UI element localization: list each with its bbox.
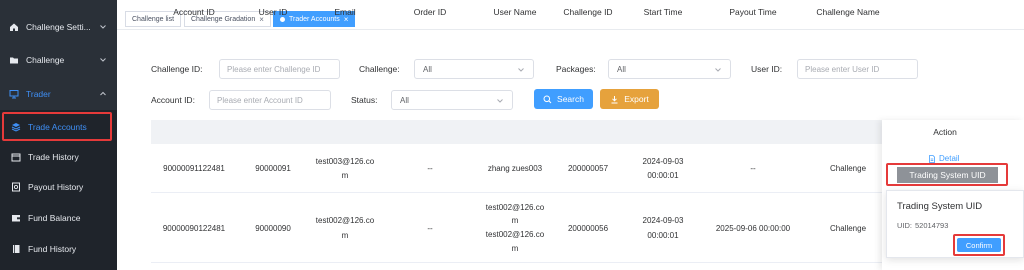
th-challenge-id: Challenge ID (563, 7, 613, 17)
trading-system-uid-button[interactable]: Trading System UID (897, 167, 998, 183)
sidebar-item-trade-accounts[interactable]: Trade Accounts (0, 112, 117, 142)
account-id-input[interactable]: Please enter Account ID (209, 90, 331, 110)
cell-order-id: -- (427, 164, 433, 173)
book-icon (11, 244, 21, 254)
user-id-input[interactable]: Please enter User ID (797, 59, 918, 79)
trading-uid-popover: Trading System UID UID: 52014793 (886, 190, 1024, 258)
cell-email-line-1: test002@126.co (315, 216, 375, 225)
sidebar-item-label: Challenge (26, 55, 65, 65)
uid-value: 52014793 (915, 221, 949, 230)
cell-email-line-2: m (341, 231, 349, 240)
th-user-name: User Name (493, 7, 537, 17)
cell-order-id: -- (427, 224, 433, 233)
cell-email-line-2: m (341, 171, 349, 180)
packages-select[interactable]: All (608, 59, 731, 79)
search-icon (543, 95, 552, 104)
sidebar: Challenge Setti... Challenge Trader Trad… (0, 0, 117, 270)
folder-icon (9, 55, 19, 65)
popover-title: Trading System UID (897, 201, 983, 212)
sidebar-item-label: Challenge Setti... (26, 22, 91, 32)
cell-start-time-date: 2024-09-03 (642, 216, 684, 225)
cell-challenge-name: Challenge (829, 224, 867, 233)
th-action: Action (933, 127, 957, 137)
document-icon (929, 154, 935, 163)
sidebar-item-trader[interactable]: Trader (0, 79, 117, 109)
th-account-id: Account ID (173, 7, 215, 17)
challenge-select[interactable]: All (414, 59, 534, 79)
cell-user-name: zhang zues003 (487, 164, 543, 173)
sidebar-item-label: Payout History (28, 182, 84, 192)
cell-user-id: 90000091 (255, 164, 291, 173)
app-root: Challenge Setti... Challenge Trader Trad… (0, 0, 1024, 270)
th-order-id: Order ID (413, 7, 447, 17)
cell-challenge-id: 200000056 (567, 224, 609, 233)
confirm-button[interactable]: Confirm (957, 238, 1001, 252)
sidebar-item-label: Trader (26, 89, 51, 99)
th-user-id: User ID (258, 7, 288, 17)
chevron-up-icon (100, 91, 106, 96)
payout-icon (11, 182, 21, 192)
detail-link-label: Detail (939, 154, 960, 163)
status-select-value: All (400, 95, 409, 105)
status-select[interactable]: All (391, 90, 513, 110)
cell-account-id: 90000091122481 (163, 164, 225, 173)
cell-account-id: 90000090122481 (162, 224, 226, 233)
home-icon (9, 22, 19, 32)
sidebar-item-challenge[interactable]: Challenge (0, 45, 117, 75)
packages-select-value: All (617, 64, 626, 74)
sidebar-item-label: Trade History (28, 152, 79, 162)
status-label: Status: (351, 95, 378, 105)
packages-label: Packages: (556, 64, 596, 74)
sidebar-item-payout-history[interactable]: Payout History (0, 172, 117, 202)
cell-email-line-1: test003@126.co (315, 157, 375, 166)
cell-start-time-clock: 00:00:01 (647, 231, 679, 240)
detail-link[interactable]: Detail (928, 154, 959, 163)
cell-payout-time: -- (750, 164, 756, 173)
cell-user-name-line-1: test002@126.co (485, 203, 545, 212)
chevron-down-icon (715, 68, 721, 72)
sidebar-item-label: Fund Balance (28, 213, 81, 223)
challenge-id-input[interactable]: Please enter Challenge ID (219, 59, 340, 79)
export-button-label: Export (624, 94, 649, 104)
account-id-label: Account ID: (151, 95, 195, 105)
th-challenge-name: Challenge Name (816, 7, 880, 17)
sidebar-item-fund-history[interactable]: Fund History (0, 234, 117, 264)
cell-challenge-id: 200000057 (567, 164, 609, 173)
challenge-id-label: Challenge ID: (151, 64, 203, 74)
chevron-down-icon (100, 25, 106, 29)
sidebar-item-label: Fund History (28, 244, 77, 254)
cell-payout-time: 2025-09-06 00:00:00 (715, 224, 791, 233)
popover-uid-row: UID: 52014793 (897, 221, 951, 230)
cell-start-time-clock: 00:00:01 (647, 171, 679, 180)
sidebar-item-fund-balance[interactable]: Fund Balance (0, 203, 117, 233)
user-id-label: User ID: (751, 64, 783, 74)
calendar-icon (11, 152, 21, 162)
cell-user-name-line-3: test002@126.co (485, 230, 545, 239)
cell-user-id: 90000090 (255, 224, 291, 233)
sidebar-item-challenge-settings[interactable]: Challenge Setti... (0, 12, 117, 42)
search-button-label: Search (557, 94, 584, 104)
chevron-down-icon (518, 68, 524, 72)
challenge-select-value: All (423, 64, 432, 74)
chevron-down-icon (497, 99, 503, 103)
cell-user-name-line-4: m (511, 244, 519, 253)
sidebar-item-trade-history[interactable]: Trade History (0, 142, 117, 172)
sidebar-item-label: Trade Accounts (28, 122, 87, 132)
download-icon (610, 95, 619, 104)
search-button[interactable]: Search (534, 89, 593, 109)
export-button[interactable]: Export (600, 89, 659, 109)
cell-start-time-date: 2024-09-03 (642, 157, 684, 166)
cell-user-name-line-2: m (511, 216, 519, 225)
th-start-time: Start Time (643, 7, 683, 17)
wallet-icon (11, 213, 21, 223)
monitor-icon (9, 89, 19, 99)
th-payout-time: Payout Time (729, 7, 777, 17)
th-email: Email (334, 7, 356, 17)
layers-icon (11, 122, 21, 132)
challenge-label: Challenge: (359, 64, 400, 74)
uid-label: UID: (897, 221, 912, 230)
chevron-down-icon (100, 58, 106, 62)
cell-challenge-name: Challenge (829, 164, 867, 173)
